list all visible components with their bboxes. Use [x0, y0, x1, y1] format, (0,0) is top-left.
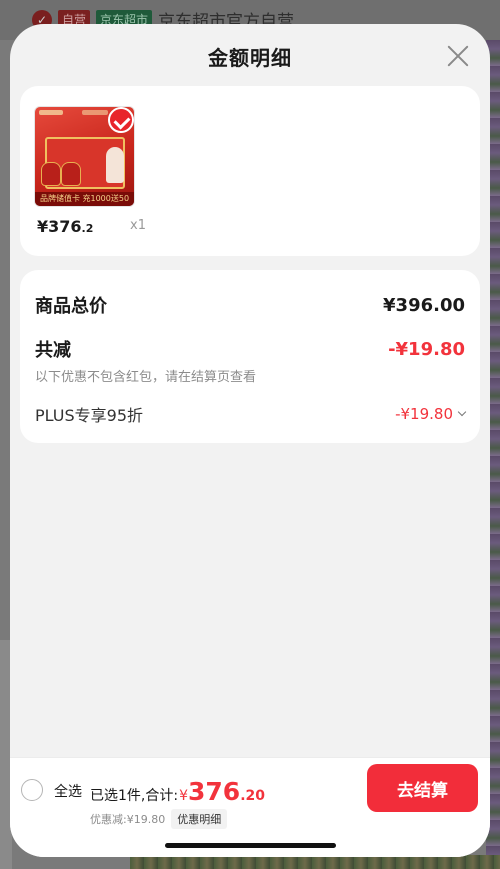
total-price-row: 商品总价 ¥396.00 [35, 292, 465, 318]
checkout-bar: 全选 已选1件,合计: ¥ 376 .20 优惠减:¥19.80 优惠明细 去结… [10, 757, 490, 857]
plus-discount-label: PLUS专享95折 [35, 406, 143, 425]
checkout-button[interactable]: 去结算 [367, 764, 478, 812]
total-reduction-label: 共减 [35, 340, 71, 361]
plus-discount-value: -¥19.80 [395, 405, 453, 423]
product-image[interactable]: 品牌储值卡 充1000送50 [34, 106, 135, 207]
chevron-down-icon[interactable] [457, 407, 467, 417]
product-banner: 品牌储值卡 充1000送50 [35, 192, 134, 206]
product-price: ¥376.2 [37, 217, 93, 236]
discount-line: 优惠减:¥19.80 优惠明细 [90, 809, 228, 829]
product-price-decimal: .2 [81, 222, 94, 235]
selected-count-text: 已选1件,合计: [90, 788, 179, 804]
jar-graphic [41, 162, 61, 186]
total-price-value: ¥396.00 [383, 294, 465, 316]
total-currency: ¥ [179, 788, 188, 804]
close-icon[interactable] [446, 44, 470, 68]
home-indicator [165, 843, 336, 848]
product-card: 品牌储值卡 充1000送50 ¥376.2 x1 [20, 86, 480, 256]
brand-mark [82, 110, 108, 115]
reduction-note: 以下优惠不包含红包，请在结算页查看 [35, 370, 257, 385]
total-integer: 376 [188, 777, 241, 806]
product-quantity: x1 [130, 218, 146, 233]
selected-total: 已选1件,合计: ¥ 376 .20 [90, 777, 265, 806]
product-price-main: ¥376 [37, 217, 82, 236]
total-reduction-value: -¥19.80 [388, 338, 465, 360]
selected-check-icon[interactable] [108, 107, 134, 133]
total-price-label: 商品总价 [35, 296, 107, 317]
summary-card: 商品总价 ¥396.00 共减 -¥19.80 以下优惠不包含红包，请在结算页查… [20, 270, 480, 443]
background-image-bottom [130, 855, 500, 869]
total-decimal: .20 [240, 788, 265, 804]
amount-detail-sheet: 金额明细 品牌储值卡 充1000送50 ¥376.2 x1 商品总价 ¥396.… [10, 24, 490, 857]
sheet-title: 金额明细 [208, 45, 292, 70]
spokesperson-graphic [106, 147, 124, 183]
discount-amount: 优惠减:¥19.80 [90, 813, 166, 826]
total-reduction-row: 共减 -¥19.80 [35, 336, 465, 362]
discount-detail-button[interactable]: 优惠明细 [171, 809, 228, 829]
plus-discount-row[interactable]: PLUS专享95折 -¥19.80 [35, 402, 467, 426]
select-all-label[interactable]: 全选 [54, 781, 82, 801]
jar-graphic [61, 162, 81, 186]
sheet-header: 金额明细 [10, 24, 490, 88]
plus-discount-value-group[interactable]: -¥19.80 [395, 405, 467, 423]
select-all-radio[interactable] [21, 779, 43, 801]
brand-logo [39, 110, 63, 115]
